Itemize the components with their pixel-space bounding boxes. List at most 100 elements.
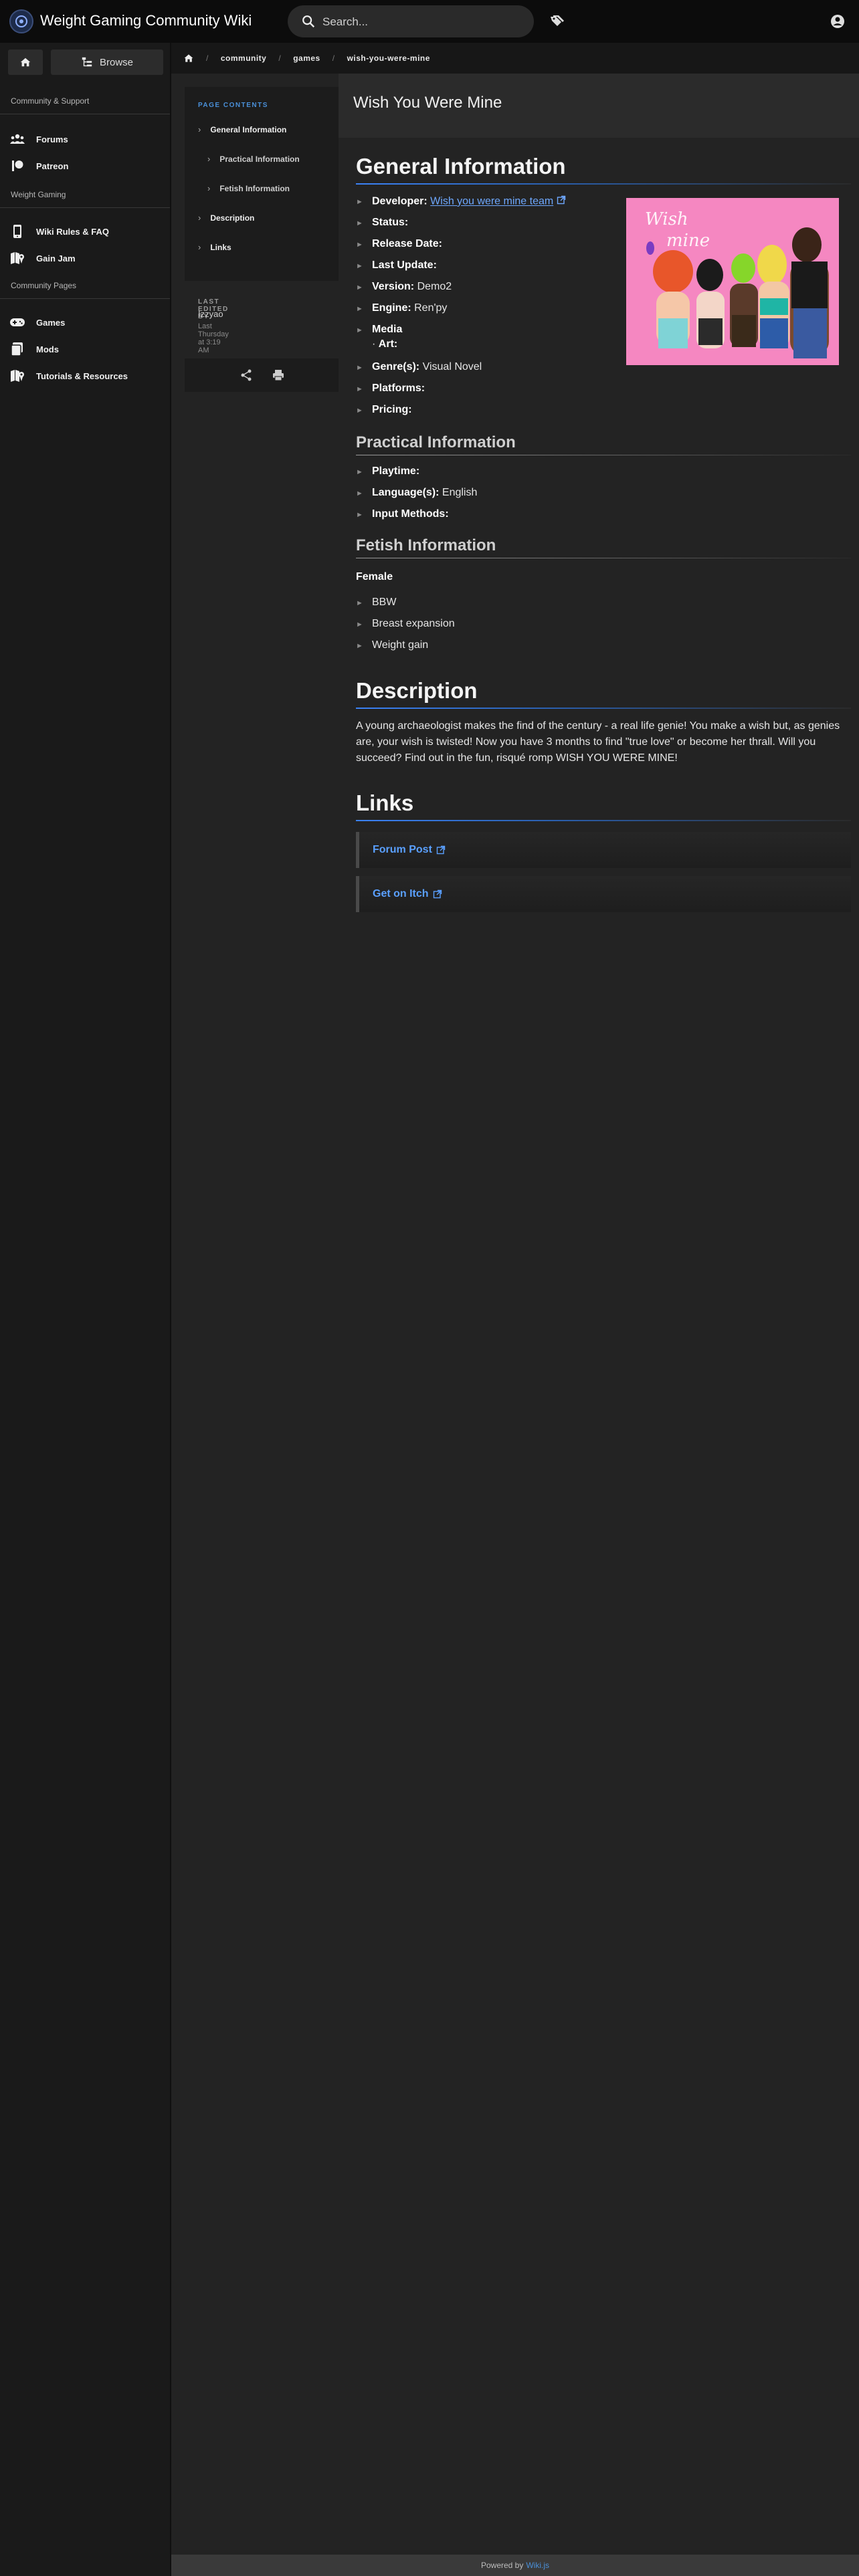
developer-link[interactable]: Wish you were mine team xyxy=(430,196,553,207)
sitemap-icon xyxy=(82,57,92,67)
chevron-right-icon: › xyxy=(198,242,201,252)
footer-prefix: Powered by xyxy=(480,2561,524,2570)
toc-item-links[interactable]: › Links xyxy=(198,242,231,252)
info-platforms: ► Platforms: xyxy=(356,383,425,395)
sidebar-item-games[interactable]: Games xyxy=(9,314,65,330)
bullet-icon: ► xyxy=(356,326,363,334)
footer-link[interactable]: Wiki.js xyxy=(526,2561,549,2570)
toc-item-label: Fetish Information xyxy=(219,183,290,193)
sidebar-item-mods[interactable]: Mods xyxy=(9,341,59,357)
sidebar-item-label: Wiki Rules & FAQ xyxy=(36,226,109,237)
search-bar[interactable] xyxy=(288,5,534,37)
toc-item-description[interactable]: › Description xyxy=(198,213,254,223)
bullet-icon: ► xyxy=(356,642,363,650)
info-engine: ► Engine: Ren'py xyxy=(356,302,447,314)
account-icon[interactable] xyxy=(830,13,846,33)
print-icon[interactable] xyxy=(272,368,285,385)
breadcrumb-separator: / xyxy=(206,53,209,63)
phone-rules-icon xyxy=(9,223,25,239)
sidebar-item-label: Gain Jam xyxy=(36,253,76,263)
last-edited-author[interactable]: Izzyao xyxy=(198,309,223,319)
toc-item-practical[interactable]: › Practical Information xyxy=(207,154,300,164)
last-update-label: Last Update: xyxy=(372,259,437,271)
link-get-on-itch[interactable]: Get on Itch xyxy=(356,876,851,912)
tags-icon[interactable] xyxy=(549,13,565,33)
heading-links: Links xyxy=(356,790,414,815)
toc-item-label: Links xyxy=(210,242,231,252)
section-header-weight-gaming: Weight Gaming xyxy=(11,190,66,199)
info-status: ► Status: xyxy=(356,217,408,229)
bullet-icon: ► xyxy=(356,511,363,519)
fetish-item-label: BBW xyxy=(372,597,397,608)
fetish-item: ► Weight gain xyxy=(356,639,428,651)
engine-label: Engine: xyxy=(372,302,411,314)
search-icon xyxy=(301,14,316,32)
home-button[interactable] xyxy=(8,49,43,75)
sidebar-item-tutorials[interactable]: Tutorials & Resources xyxy=(9,368,128,384)
info-playtime: ► Playtime: xyxy=(356,465,419,477)
info-art: · Art: xyxy=(372,338,398,350)
sidebar-item-forums[interactable]: Forums xyxy=(9,131,68,147)
heading-general-information: General Information xyxy=(356,154,566,179)
toc-spacer xyxy=(185,74,339,87)
fetish-category: Female xyxy=(356,571,393,582)
people-icon xyxy=(9,131,25,147)
bullet-icon: ► xyxy=(356,364,363,372)
sidebar-edge xyxy=(170,43,171,2576)
link-forum-post[interactable]: Forum Post xyxy=(356,832,851,868)
breadcrumb-item-community[interactable]: community xyxy=(221,53,267,63)
sidebar-item-label: Forums xyxy=(36,134,68,144)
description-text: A young archaeologist makes the find of … xyxy=(356,720,840,764)
input-methods-label: Input Methods: xyxy=(372,508,449,520)
section-header-community-pages: Community Pages xyxy=(11,281,77,290)
share-icon[interactable] xyxy=(240,368,253,385)
chevron-right-icon: › xyxy=(198,124,201,134)
fetish-item-label: Breast expansion xyxy=(372,618,455,629)
breadcrumb: / community / games / wish-you-were-mine xyxy=(171,43,859,74)
toc-item-fetish[interactable]: › Fetish Information xyxy=(207,183,290,193)
bullet-icon: ► xyxy=(356,305,363,313)
patreon-icon xyxy=(9,158,25,174)
browse-button[interactable]: Browse xyxy=(51,49,163,75)
sidebar-item-gain-jam[interactable]: Gain Jam xyxy=(9,250,76,266)
bullet-icon: ► xyxy=(356,262,363,270)
art-label: Art: xyxy=(378,338,398,350)
bullet-icon: ► xyxy=(356,219,363,227)
search-input[interactable] xyxy=(321,12,524,32)
heading-fetish-information: Fetish Information xyxy=(356,536,496,554)
sidebar-divider xyxy=(0,298,170,299)
chevron-right-icon: › xyxy=(207,154,211,164)
sidebar-item-wiki-rules[interactable]: Wiki Rules & FAQ xyxy=(9,223,109,239)
home-icon xyxy=(20,58,31,67)
genre-value: Visual Novel xyxy=(422,361,482,372)
breadcrumb-item-current[interactable]: wish-you-were-mine xyxy=(347,53,430,63)
cards-icon xyxy=(9,341,25,357)
sidebar-item-patreon[interactable]: Patreon xyxy=(9,158,68,174)
bullet-icon: ► xyxy=(356,490,363,498)
breadcrumb-home-icon[interactable] xyxy=(183,53,194,64)
bullet-icon: ► xyxy=(356,241,363,249)
language-value: English xyxy=(442,487,478,498)
fetish-item: ► BBW xyxy=(356,597,396,609)
page-actions xyxy=(185,358,339,392)
site-title[interactable]: Weight Gaming Community Wiki xyxy=(40,12,252,29)
site-logo[interactable] xyxy=(9,9,33,33)
info-release-date: ► Release Date: xyxy=(356,238,442,250)
sidebar-nav: Browse Community & Support Forums Patreo… xyxy=(0,43,170,2576)
external-link-icon xyxy=(557,195,566,208)
version-label: Version: xyxy=(372,281,415,292)
genre-label: Genre(s): xyxy=(372,361,420,372)
heading-underline xyxy=(356,708,851,709)
bullet-icon: ► xyxy=(356,621,363,629)
breadcrumb-item-games[interactable]: games xyxy=(293,53,320,63)
external-link-icon xyxy=(436,845,446,855)
map-icon xyxy=(9,368,25,384)
fetish-item: ► Breast expansion xyxy=(356,618,455,630)
toc-item-general[interactable]: › General Information xyxy=(198,124,286,134)
platforms-label: Platforms: xyxy=(372,383,425,394)
info-developer: ► Developer: Wish you were mine team xyxy=(356,195,566,208)
link-label: Get on Itch xyxy=(373,888,429,899)
page-title: Wish You Were Mine xyxy=(353,94,502,112)
game-cover-image[interactable]: Wish mine xyxy=(626,198,839,365)
section-header-community: Community & Support xyxy=(11,96,90,106)
